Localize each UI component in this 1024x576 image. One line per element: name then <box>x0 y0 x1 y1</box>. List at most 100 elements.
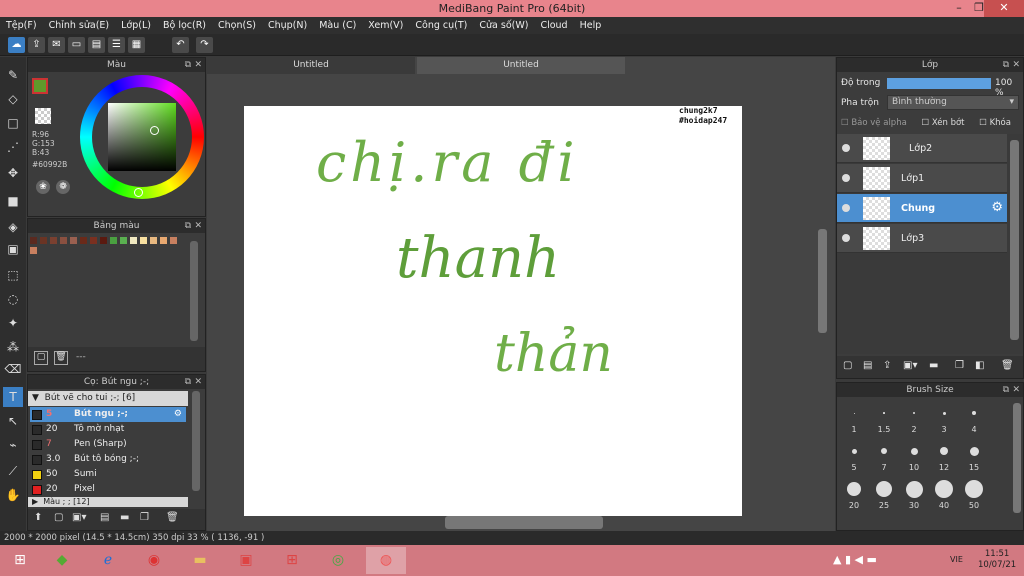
palette-swatch[interactable] <box>160 237 167 244</box>
chrome-icon[interactable]: ◉ <box>136 547 172 574</box>
brush-size-cell[interactable]: 4 <box>959 401 989 434</box>
brush-size-cell[interactable]: 30 <box>899 477 929 510</box>
new-brush-icon[interactable]: ▢ <box>54 512 63 523</box>
layer-row[interactable]: Lớp2 <box>837 134 1007 163</box>
saturation-value-square[interactable] <box>108 103 176 171</box>
canvas-vscrollbar[interactable] <box>818 229 827 333</box>
brush-size-cell[interactable]: 7 <box>869 439 899 472</box>
tab-untitled-1[interactable]: Untitled <box>207 57 415 74</box>
blend-select[interactable]: Bình thường ▾ <box>887 95 1019 110</box>
delete-icon[interactable]: 🗑 <box>166 512 179 523</box>
palette-swatch[interactable] <box>30 237 37 244</box>
palette-swatch[interactable] <box>90 237 97 244</box>
menu-color[interactable]: Màu (C) <box>313 17 362 34</box>
fill-rect-tool-icon[interactable]: ■ <box>3 191 23 211</box>
eraser-tool-icon[interactable]: ◇ <box>3 89 23 109</box>
palette-swatch[interactable] <box>170 237 177 244</box>
select-pen-tool-icon[interactable]: ⁂ <box>3 337 23 357</box>
brush-group-header-2[interactable]: ▶ Màu ; ; [12] <box>28 497 188 507</box>
primary-color-swatch[interactable] <box>32 78 48 94</box>
layer-row-selected[interactable]: Chung ⚙ <box>837 194 1007 223</box>
visibility-eye-icon[interactable] <box>842 204 850 212</box>
brush-size-cell[interactable]: 12 <box>929 439 959 472</box>
select-rect-tool-icon[interactable]: ⬚ <box>3 265 23 285</box>
brush-size-cell[interactable]: 10 <box>899 439 929 472</box>
palette-scrollbar[interactable] <box>190 241 198 341</box>
close-icon[interactable]: ✕ <box>194 219 202 233</box>
brush-size-cell[interactable]: 3 <box>929 401 959 434</box>
lasso-tool-icon[interactable]: ◌ <box>3 289 23 309</box>
menu-tools[interactable]: Công cụ(T) <box>409 17 473 34</box>
brush-size-cell[interactable]: 20 <box>839 477 869 510</box>
brush-item[interactable]: 3.0 Bút tô bóng ;-; <box>30 452 186 467</box>
import-layer-icon[interactable]: ⇪ <box>883 360 891 371</box>
merge-layer-icon[interactable]: ◧ <box>975 360 984 371</box>
palette-swatch[interactable] <box>110 237 117 244</box>
clock[interactable]: 11:51 10/07/21 <box>978 549 1016 571</box>
windows-start-icon[interactable]: ⊞ <box>2 547 38 574</box>
color-settings-icon[interactable]: ❁ <box>56 180 70 194</box>
internet-explorer-icon[interactable]: ℯ <box>90 547 126 574</box>
transparent-swatch[interactable] <box>35 108 51 124</box>
document-icon[interactable]: ▤ <box>88 37 105 53</box>
tray-icons[interactable]: ▲ ▮ ◀ ▬ <box>833 553 877 566</box>
visibility-eye-icon[interactable] <box>842 174 850 182</box>
brush-size-cell[interactable]: 25 <box>869 477 899 510</box>
palette-icon[interactable]: ❀ <box>36 180 50 194</box>
brush-item[interactable]: 20 Pixel <box>30 482 186 497</box>
delete-layer-icon[interactable]: 🗑 <box>1001 360 1014 371</box>
layer-folder-icon[interactable]: ▬ <box>929 360 938 371</box>
eyedropper-tool-icon[interactable]: ⌁ <box>3 435 23 455</box>
close-icon[interactable]: ✕ <box>1012 383 1020 397</box>
opacity-slider[interactable] <box>887 78 991 89</box>
pen-tool-icon[interactable]: ⟋ <box>3 461 23 481</box>
brush-size-cell[interactable]: 1 <box>839 401 869 434</box>
menu-snap[interactable]: Chụp(N) <box>262 17 313 34</box>
close-icon[interactable]: ✕ <box>194 375 202 389</box>
medibang-taskbar-icon[interactable]: ◍ <box>366 547 406 574</box>
text-tool-icon[interactable]: T <box>3 387 23 407</box>
operation-tool-icon[interactable]: ↖ <box>3 411 23 431</box>
palette-swatch[interactable] <box>30 247 37 254</box>
gradient-tool-icon[interactable]: ▣ <box>3 239 23 259</box>
palette-swatch[interactable] <box>140 237 147 244</box>
tab-untitled-2[interactable]: Untitled <box>417 57 625 74</box>
collapse-icon[interactable]: ▼ <box>32 393 39 403</box>
menu-select[interactable]: Chọn(S) <box>212 17 262 34</box>
menu-window[interactable]: Cửa số(W) <box>473 17 534 34</box>
add-layer-dropdown-icon[interactable]: ▣▾ <box>903 360 917 371</box>
brush-size-cell[interactable]: 50 <box>959 477 989 510</box>
brush-settings-icon[interactable]: ▤ <box>100 512 109 523</box>
layer-row[interactable]: Lớp1 <box>837 164 1007 193</box>
brush-options-icon[interactable]: ▣▾ <box>72 512 86 523</box>
comment-icon[interactable]: ✉ <box>48 37 65 53</box>
popout-icon[interactable]: ⧉ <box>185 375 191 389</box>
menu-help[interactable]: Help <box>574 17 608 34</box>
palette-swatch[interactable] <box>120 237 127 244</box>
folder-icon[interactable]: ▬ <box>120 512 129 523</box>
palette-swatch[interactable] <box>50 237 57 244</box>
brush-scrollbar[interactable] <box>192 391 200 491</box>
protect-alpha-checkbox[interactable]: ☐ <box>841 118 849 128</box>
language-indicator[interactable]: VIE <box>950 555 963 564</box>
select-eraser-tool-icon[interactable]: ⌫ <box>3 359 23 379</box>
brush-tool-icon[interactable]: ✎ <box>3 65 23 85</box>
lock-checkbox[interactable]: ☐ <box>979 118 987 128</box>
duplicate-icon[interactable]: ❐ <box>140 512 149 523</box>
brush-size-scrollbar[interactable] <box>1013 403 1021 513</box>
brush-item[interactable]: 50 Sumi <box>30 467 186 482</box>
green-app-icon[interactable]: ◎ <box>320 547 356 574</box>
delete-palette-icon[interactable]: 🗑 <box>54 351 68 365</box>
rect-tool-icon[interactable]: □ <box>3 113 23 133</box>
layer-scrollbar[interactable] <box>1010 140 1019 340</box>
menu-cloud[interactable]: Cloud <box>534 17 573 34</box>
palette-swatch[interactable] <box>100 237 107 244</box>
palette-swatch[interactable] <box>80 237 87 244</box>
share-icon[interactable]: ⇪ <box>28 37 45 53</box>
bucket-tool-icon[interactable]: ◈ <box>3 217 23 237</box>
menu-filter[interactable]: Bộ lọc(R) <box>157 17 212 34</box>
brush-size-cell[interactable]: 40 <box>929 477 959 510</box>
powerpoint-icon[interactable]: ▣ <box>228 547 264 574</box>
new-halftone-layer-icon[interactable]: ▤ <box>863 360 872 371</box>
brush-size-cell[interactable]: 2 <box>899 401 929 434</box>
